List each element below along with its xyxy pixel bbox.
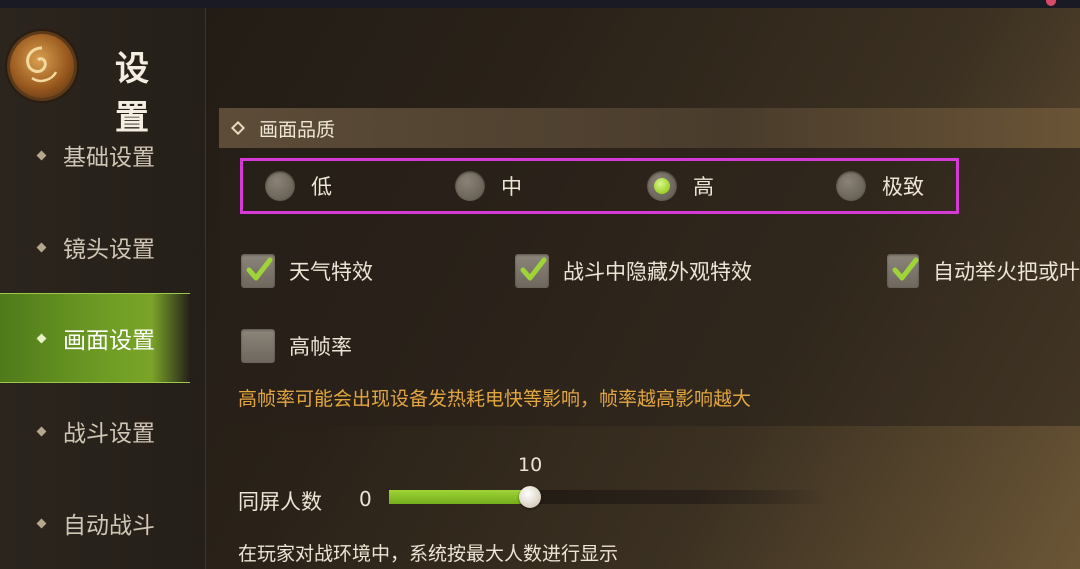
checkmark-icon [892,257,919,281]
sidebar-item-camera[interactable]: 镜头设置 [0,202,190,292]
checkbox-hide-appearance-effects[interactable]: 战斗中隐藏外观特效 [515,254,752,288]
quality-radio-group: 低 中 高 极致 [240,158,959,214]
slider-description: 在玩家对战环境中，系统按最大人数进行显示 [238,543,619,565]
checkbox-box [515,254,549,288]
sidebar-item-label: 自动战斗 [63,513,155,539]
slider-label: 同屏人数 [238,490,322,514]
section-title: 画面品质 [259,118,336,141]
sidebar-item-graphics[interactable]: 画面设置 [0,293,190,383]
quality-radio-ultra[interactable]: 极致 [836,161,924,211]
checkbox-box [887,254,919,288]
checkbox-high-fps[interactable]: 高帧率 [241,329,352,363]
radio-label: 极致 [882,175,924,199]
slider-min-label: 0 [359,487,372,511]
sidebar-item-basic[interactable]: 基础设置 [0,110,190,200]
radio-circle-icon [455,171,485,201]
checkmark-icon [520,257,547,281]
slider-fill [389,490,530,504]
high-fps-warning: 高帧率可能会出现设备发热耗电快等影响，帧率越高影响越大 [238,388,752,410]
diamond-outline-icon [230,120,246,136]
radio-label: 中 [501,175,522,199]
diamond-bullet-icon [36,150,47,160]
checkbox-label: 自动举火把或叶 [933,260,1080,284]
sidebar-item-combat[interactable]: 战斗设置 [0,386,190,476]
quality-radio-high[interactable]: 高 [647,161,714,211]
sidebar-item-label: 基础设置 [63,145,155,171]
sidebar-item-label: 战斗设置 [63,421,155,447]
quality-radio-medium[interactable]: 中 [455,161,522,211]
diamond-bullet-icon [36,426,47,436]
radio-circle-icon [265,171,295,201]
sidebar-item-label: 画面设置 [63,328,155,354]
section-header: 画面品质 [219,108,1080,148]
player-count-slider-area: 10 同屏人数 0 在玩家对战环境中，系统按最大人数进行显示 [238,452,1080,565]
checkbox-label: 战斗中隐藏外观特效 [563,260,752,284]
checkbox-box [241,254,275,288]
checkbox-weather-effects[interactable]: 天气特效 [241,254,373,288]
sidebar-item-auto-combat[interactable]: 自动战斗 [0,478,190,568]
slider-value-label: 10 [518,454,543,476]
radio-circle-icon [836,171,866,201]
radio-label: 高 [693,175,714,199]
sidebar: 设 置 基础设置 镜头设置 画面设置 战斗设置 自动战斗 [0,8,206,569]
diamond-bullet-icon [36,333,47,343]
radio-label: 低 [311,175,332,199]
quality-radio-low[interactable]: 低 [265,161,332,211]
checkbox-label: 天气特效 [289,260,373,284]
window-indicator [1046,0,1056,6]
checkbox-box [241,329,275,363]
radio-selected-icon [647,171,677,201]
checkbox-label: 高帧率 [289,335,352,359]
checkbox-auto-torch[interactable]: 自动举火把或叶 [887,254,1080,288]
slider-thumb[interactable] [519,486,541,508]
sidebar-item-label: 镜头设置 [63,237,155,263]
diamond-bullet-icon [36,242,47,252]
diamond-bullet-icon [36,518,47,528]
emblem-logo [10,34,74,98]
window-top-bar [0,0,1080,8]
checkmark-icon [246,257,273,281]
